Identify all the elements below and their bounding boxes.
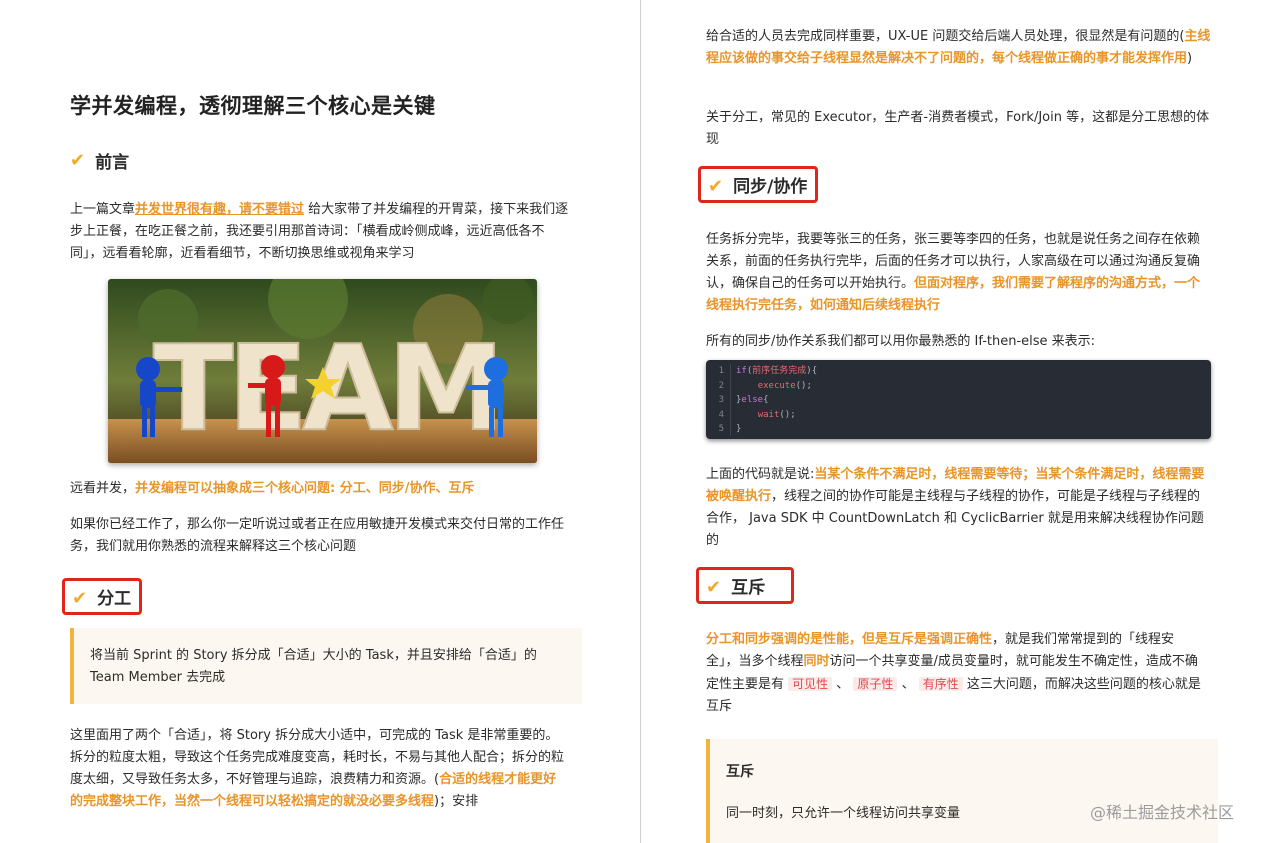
mutex-quote-title: 互斥 bbox=[726, 764, 754, 780]
code-gutter: 1 2 3 4 5 bbox=[706, 364, 731, 436]
heading-division-label: 分工 bbox=[97, 589, 132, 609]
overview-text: 远看并发， bbox=[70, 481, 136, 496]
code-line: } bbox=[736, 424, 742, 434]
division-quote: 将当前 Sprint 的 Story 拆分成「合适」大小的 Task，并且安排给… bbox=[70, 628, 582, 704]
heading-sync: ✔ 同步/协作 bbox=[698, 166, 819, 203]
code-explain-text-a: 上面的代码就是说: bbox=[706, 467, 815, 482]
line-number: 3 bbox=[718, 395, 724, 405]
paragraph-executor: 关于分工，常见的 Executor，生产者-消费者模式，Fork/Join 等，… bbox=[706, 110, 1210, 147]
assign-text-a: 给合适的人员去完成同样重要，UX-UE 问题交给后端人员处理，很显然是有问题的( bbox=[706, 29, 1185, 44]
tag-separator: 、 bbox=[897, 677, 919, 692]
assign-text-b: ) bbox=[1187, 51, 1193, 66]
paragraph-overview: 远看并发，并发编程可以抽象成三个核心问题: 分工、同步/协作、互斥 bbox=[70, 478, 575, 500]
heading-preface: ✔ 前言 bbox=[70, 148, 129, 173]
article-title: 学并发编程，透彻理解三个核心是关键 bbox=[70, 94, 436, 118]
paragraph-assign: 给合适的人员去完成同样重要，UX-UE 问题交给后端人员处理，很显然是有问题的(… bbox=[706, 26, 1211, 70]
overview-highlight: 并发编程可以抽象成三个核心问题: 分工、同步/协作、互斥 bbox=[135, 481, 475, 496]
code-explain-text-b: ，线程之间的协作可能是主线程与子线程的协作，可能是子线程与子线程的合作， Jav… bbox=[706, 489, 1204, 548]
mutex-redbox: ✔ 互斥 bbox=[696, 567, 795, 604]
heading-preface-label: 前言 bbox=[95, 153, 130, 173]
tag-separator: 、 bbox=[832, 677, 854, 692]
paragraph-dependency: 任务拆分完毕，我要等张三的任务，张三要等李四的任务，也就是说任务之间存在依赖关系… bbox=[706, 229, 1206, 317]
check-icon: ✔ bbox=[70, 150, 86, 171]
heading-division: ✔ 分工 bbox=[62, 578, 143, 615]
mutex-quote: 互斥 同一时刻，只允许一个线程访问共享变量 bbox=[706, 739, 1218, 843]
paragraph-agile: 如果你已经工作了，那么你一定听说过或者正在应用敏捷开发模式来交付日常的工作任务，… bbox=[70, 517, 565, 554]
tag-visibility: 可见性 bbox=[788, 677, 833, 691]
heading-mutex-label: 互斥 bbox=[731, 578, 766, 598]
heading-mutex: ✔ 互斥 bbox=[696, 567, 795, 604]
line-number: 5 bbox=[718, 424, 724, 434]
paragraph-code-explain: 上面的代码就是说:当某个条件不满足时，线程需要等待；当某个条件满足时，线程需要被… bbox=[706, 464, 1206, 552]
granularity-text-b: )；安排 bbox=[434, 794, 479, 809]
mutex-highlight: 分工和同步强调的是性能，但是互斥是强调正确性 bbox=[706, 632, 993, 647]
division-quote-text: 将当前 Sprint 的 Story 拆分成「合适」大小的 Task，并且安排给… bbox=[90, 648, 537, 685]
watermark: @稀土掘金技术社区 bbox=[1090, 803, 1235, 822]
code-line: execute(); bbox=[757, 380, 812, 391]
code-line: }else{ bbox=[736, 395, 769, 405]
check-icon: ✔ bbox=[706, 577, 722, 598]
division-redbox: ✔ 分工 bbox=[62, 578, 143, 615]
paragraph-granularity: 这里面用了两个「合适」，将 Story 拆分成大小适中，可完成的 Task 是非… bbox=[70, 725, 568, 813]
check-icon: ✔ bbox=[708, 176, 724, 197]
line-number: 1 bbox=[718, 366, 724, 376]
previous-article-link[interactable]: 并发世界很有趣，请不要错过 bbox=[135, 202, 304, 217]
check-icon: ✔ bbox=[72, 588, 88, 609]
sync-redbox: ✔ 同步/协作 bbox=[698, 166, 819, 203]
code-line: wait(); bbox=[757, 409, 796, 420]
tag-atomicity: 原子性 bbox=[853, 677, 898, 691]
code-line: if(前序任务完成){ bbox=[736, 366, 818, 376]
code-block: 1 2 3 4 5 if(前序任务完成){ execute(); }else{ … bbox=[706, 360, 1211, 439]
intro-text-a: 上一篇文章 bbox=[70, 202, 136, 217]
paragraph-intro: 上一篇文章并发世界很有趣，请不要错过 给大家带了并发编程的开胃菜，接下来我们逐步… bbox=[70, 199, 575, 265]
heading-sync-label: 同步/协作 bbox=[733, 177, 808, 197]
paragraph-ifthen: 所有的同步/协作关系我们都可以用你最熟悉的 If-then-else 来表示: bbox=[706, 334, 1096, 349]
line-number: 4 bbox=[718, 409, 724, 420]
paragraph-mutex: 分工和同步强调的是性能，但是互斥是强调正确性，就是我们常常提到的「线程安全」，当… bbox=[706, 629, 1206, 718]
code-lines: if(前序任务完成){ execute(); }else{ wait(); } bbox=[736, 364, 817, 437]
mutex-highlight-2: 同时 bbox=[803, 654, 830, 669]
tag-ordering: 有序性 bbox=[918, 677, 963, 691]
team-photo: TEAM bbox=[108, 279, 537, 463]
line-number: 2 bbox=[718, 380, 724, 391]
